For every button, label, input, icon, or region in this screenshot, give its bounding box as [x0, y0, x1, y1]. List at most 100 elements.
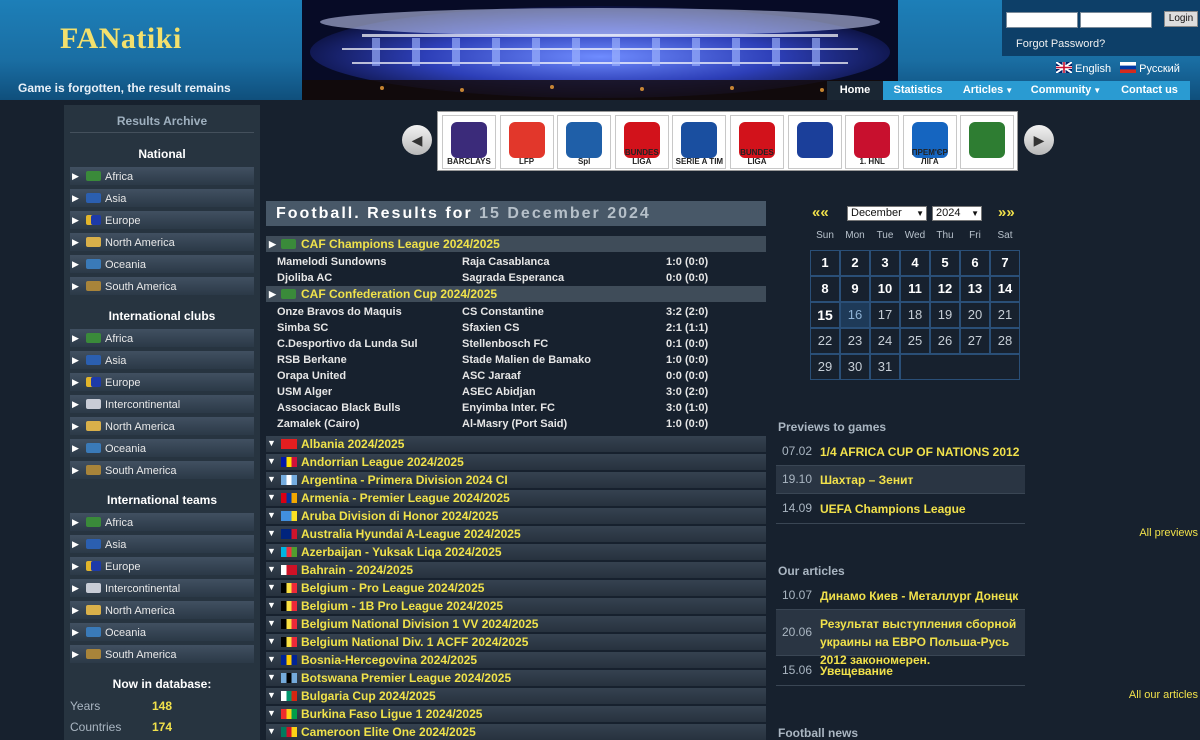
calendar-day[interactable]: 22	[810, 328, 840, 354]
match-row[interactable]: Associacao Black Bulls Enyimba Inter. FC 3…	[266, 400, 766, 416]
teams-south-america[interactable]: ▶ South America	[70, 645, 254, 663]
article-item[interactable]: 10.07 Динамо Киев - Металлург Донецк	[776, 582, 1025, 610]
month-select[interactable]: December ▼	[847, 206, 927, 221]
calendar-day[interactable]: 16	[840, 302, 870, 328]
clubs-africa[interactable]: ▶ Africa	[70, 329, 254, 347]
calendar-day[interactable]: 27	[960, 328, 990, 354]
national-north-america[interactable]: ▶ North America	[70, 233, 254, 251]
site-logo[interactable]: FANatiki	[60, 22, 182, 56]
calendar-day[interactable]: 7	[990, 250, 1020, 276]
carousel-prev-button[interactable]: ◀	[402, 125, 432, 155]
calendar-day[interactable]: 28	[990, 328, 1020, 354]
league-row[interactable]: ▼ Armenia - Premier League 2024/2025	[266, 490, 766, 506]
calendar-day[interactable]: 15	[810, 302, 840, 328]
league-row[interactable]: ▼ Albania 2024/2025	[266, 436, 766, 452]
teams-north-america[interactable]: ▶ North America	[70, 601, 254, 619]
league-logo[interactable]: BUNDES LIGA	[730, 115, 784, 169]
forgot-password-link[interactable]: Forgot Password?	[1016, 38, 1105, 50]
nav-statistics[interactable]: Statistics	[883, 81, 953, 100]
match-row[interactable]: Djoliba AC Sagrada Esperanca 0:0 (0:0)	[266, 270, 766, 286]
preview-item[interactable]: 14.09 UEFA Champions League	[776, 494, 1025, 524]
calendar-day[interactable]: 24	[870, 328, 900, 354]
league-logo[interactable]: ПРЕМ'ЄР ЛІГА	[902, 115, 957, 169]
clubs-oceania[interactable]: ▶ Oceania	[70, 439, 254, 457]
league-row[interactable]: ▼ Aruba Division di Honor 2024/2025	[266, 508, 766, 524]
match-row[interactable]: Simba SC Sfaxien CS 2:1 (1:1)	[266, 320, 766, 336]
preview-item[interactable]: 07.02 1/4 AFRICA CUP OF NATIONS 2012	[776, 438, 1025, 466]
calendar-day[interactable]: 29	[810, 354, 840, 380]
clubs-south-america[interactable]: ▶ South America	[70, 461, 254, 479]
clubs-north-america[interactable]: ▶ North America	[70, 417, 254, 435]
calendar-day[interactable]: 17	[870, 302, 900, 328]
league-logo[interactable]	[960, 115, 1015, 169]
clubs-europe[interactable]: ▶ Europe	[70, 373, 254, 391]
language-english[interactable]: English	[1056, 62, 1114, 75]
league-row[interactable]: ▼ Andorrian League 2024/2025	[266, 454, 766, 470]
league-row[interactable]: ▼ Belgium - Pro League 2024/2025	[266, 580, 766, 596]
national-south-america[interactable]: ▶ South America	[70, 277, 254, 295]
teams-oceania[interactable]: ▶ Oceania	[70, 623, 254, 641]
league-row[interactable]: ▼ Argentina - Primera Division 2024 CI	[266, 472, 766, 488]
nav-home[interactable]: Home	[827, 81, 883, 100]
calendar-day[interactable]: 2	[840, 250, 870, 276]
teams-asia[interactable]: ▶ Asia	[70, 535, 254, 553]
national-africa[interactable]: ▶ Africa	[70, 167, 254, 185]
calendar-day[interactable]: 18	[900, 302, 930, 328]
calendar-day[interactable]: 30	[840, 354, 870, 380]
calendar-day[interactable]: 31	[870, 354, 900, 380]
calendar-day[interactable]: 6	[960, 250, 990, 276]
league-row[interactable]: ▼ Australia Hyundai A-League 2024/2025	[266, 526, 766, 542]
calendar-day[interactable]: 12	[930, 276, 960, 302]
all-previews-link[interactable]: All previews	[1139, 527, 1198, 539]
league-row[interactable]: ▼ Bulgaria Cup 2024/2025	[266, 688, 766, 704]
nav-articles[interactable]: Articles ▼	[953, 81, 1023, 100]
league-logo[interactable]: Spl	[557, 115, 612, 169]
league-row[interactable]: ▼ Belgium National Div. 1 ACFF 2024/2025	[266, 634, 766, 650]
calendar-day[interactable]: 21	[990, 302, 1020, 328]
calendar-day[interactable]: 10	[870, 276, 900, 302]
calendar-day[interactable]: 26	[930, 328, 960, 354]
calendar-day[interactable]: 13	[960, 276, 990, 302]
calendar-day[interactable]: 14	[990, 276, 1020, 302]
match-row[interactable]: USM Alger ASEC Abidjan 3:0 (2:0)	[266, 384, 766, 400]
league-row[interactable]: ▼ Cameroon Elite One 2024/2025	[266, 724, 766, 740]
nav-community[interactable]: Community ▼	[1023, 81, 1109, 100]
calendar-day[interactable]: 25	[900, 328, 930, 354]
teams-africa[interactable]: ▶ Africa	[70, 513, 254, 531]
calendar-next-button[interactable]: »»	[998, 204, 1015, 221]
league-row[interactable]: ▼ Bahrain - 2024/2025	[266, 562, 766, 578]
preview-item[interactable]: 19.10 Шахтар – Зенит	[776, 466, 1025, 494]
carousel-next-button[interactable]: ▶	[1024, 125, 1054, 155]
competition-row[interactable]: ▶ CAF Champions League 2024/2025	[266, 236, 766, 252]
league-row[interactable]: ▼ Burkina Faso Ligue 1 2024/2025	[266, 706, 766, 722]
all-articles-link[interactable]: All our articles	[1129, 689, 1198, 701]
league-logo[interactable]: LFP	[499, 115, 554, 169]
calendar-day[interactable]: 20	[960, 302, 990, 328]
match-row[interactable]: Orapa United ASC Jaraaf 0:0 (0:0)	[266, 368, 766, 384]
article-item[interactable]: 15.06 Увещевание	[776, 656, 1025, 686]
national-oceania[interactable]: ▶ Oceania	[70, 255, 254, 273]
article-item[interactable]: 20.06 Результат выступления сборной украи…	[776, 610, 1025, 667]
league-row[interactable]: ▼ Belgium National Division 1 VV 2024/202…	[266, 616, 766, 632]
league-logo[interactable]: BARCLAYS	[442, 115, 496, 169]
calendar-day[interactable]: 3	[870, 250, 900, 276]
league-logo[interactable]: BUNDES LIGA	[614, 115, 669, 169]
calendar-day[interactable]: 23	[840, 328, 870, 354]
league-row[interactable]: ▼ Bosnia-Hercegovina 2024/2025	[266, 652, 766, 668]
national-europe[interactable]: ▶ Europe	[70, 211, 254, 229]
league-row[interactable]: ▼ Belgium - 1B Pro League 2024/2025	[266, 598, 766, 614]
nav-contact[interactable]: Contact us	[1109, 81, 1190, 100]
national-asia[interactable]: ▶ Asia	[70, 189, 254, 207]
calendar-day[interactable]: 4	[900, 250, 930, 276]
match-row[interactable]: Onze Bravos do Maquis CS Constantine 3:2 (…	[266, 304, 766, 320]
clubs-intercontinental[interactable]: ▶ Intercontinental	[70, 395, 254, 413]
login-button[interactable]: Login	[1164, 11, 1198, 27]
league-logo[interactable]: 1. HNL	[845, 115, 900, 169]
match-row[interactable]: RSB Berkane Stade Malien de Bamako 1:0 (0:…	[266, 352, 766, 368]
username-input[interactable]	[1006, 12, 1078, 28]
league-logo[interactable]	[787, 115, 842, 169]
calendar-day[interactable]: 1	[810, 250, 840, 276]
competition-row[interactable]: ▶ CAF Confederation Cup 2024/2025	[266, 286, 766, 302]
password-input[interactable]	[1080, 12, 1152, 28]
language-russian[interactable]: Русский	[1120, 62, 1180, 75]
